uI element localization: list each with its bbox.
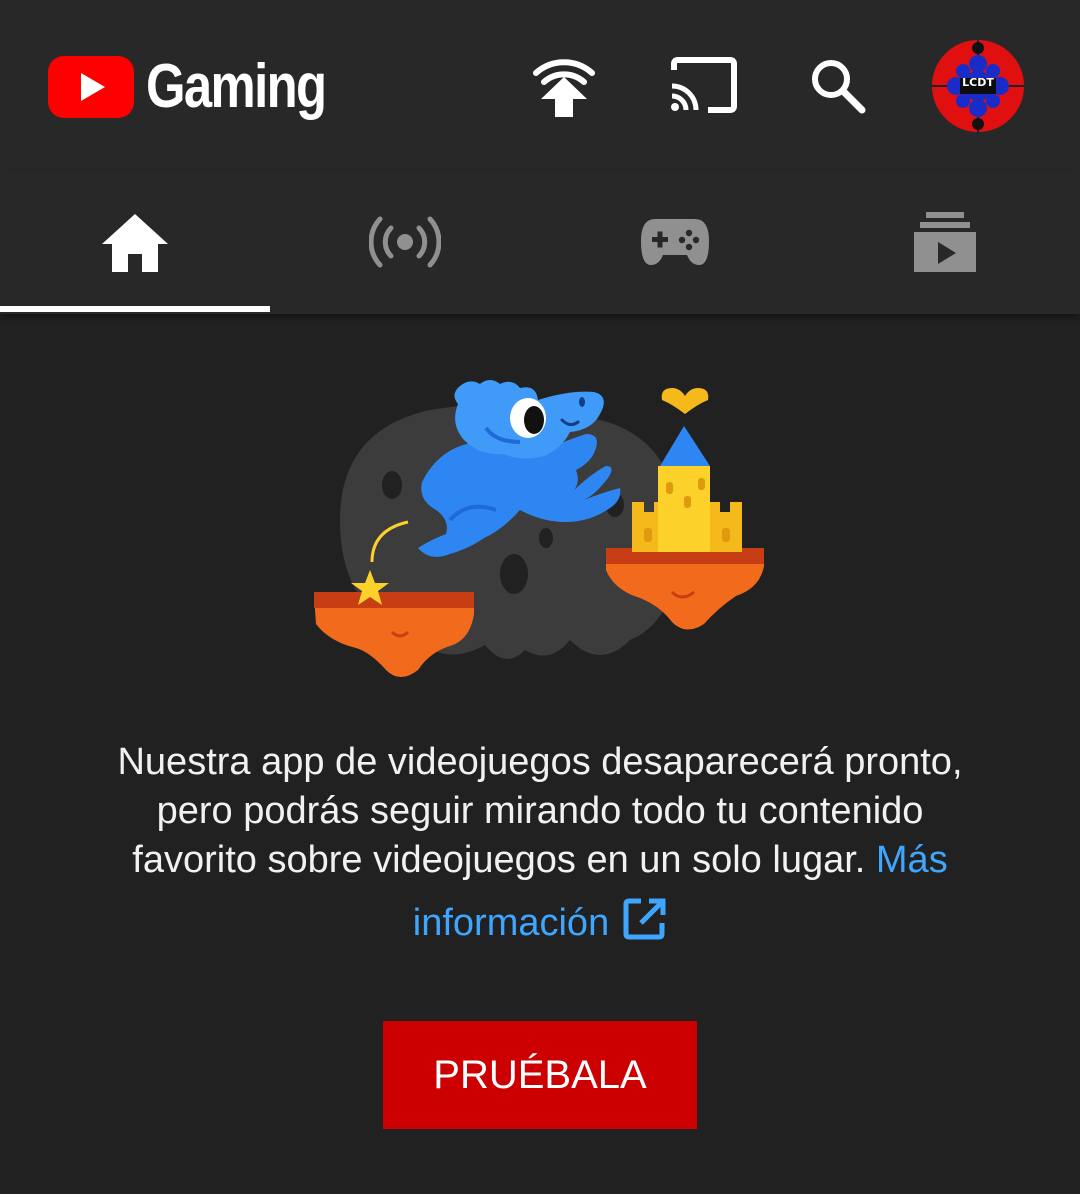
upload-signal-button[interactable] [526, 48, 602, 124]
account-avatar[interactable]: LCDT [932, 40, 1024, 132]
more-info-link-part-1: Más [875, 839, 948, 881]
library-icon [914, 212, 976, 272]
live-icon [369, 216, 441, 268]
upload-signal-icon [533, 59, 595, 117]
message-line-1: Nuestra app de videojuegos desaparecerá … [117, 741, 963, 783]
cast-button[interactable] [664, 48, 740, 124]
tab-home[interactable] [0, 170, 270, 314]
youtube-gaming-logo[interactable]: Gaming [48, 52, 365, 122]
search-button[interactable] [800, 48, 876, 124]
gamepad-icon [641, 219, 709, 265]
message-line-2: pero podrás seguir mirando todo tu conte… [156, 790, 924, 832]
home-icon [102, 214, 168, 272]
app-header: Gaming LCDT [0, 0, 1080, 170]
more-info-link-part-2: información [412, 902, 610, 944]
youtube-gaming-page: Gaming LCDT Nuestra app de videojuegos d… [0, 0, 1080, 1194]
tab-library[interactable] [810, 170, 1080, 314]
tab-live[interactable] [270, 170, 540, 314]
message-line-3: favorito sobre videojuegos en un solo lu… [132, 839, 866, 881]
search-icon [812, 60, 866, 114]
external-link-icon [623, 898, 666, 940]
tab-games[interactable] [540, 170, 810, 314]
avatar-label: LCDT [962, 76, 994, 89]
app-name: Gaming [146, 52, 327, 121]
deprecation-message: Nuestra app de videojuegos desaparecerá … [40, 738, 1040, 948]
youtube-play-logo-icon [48, 56, 134, 118]
gaming-mascot-illustration [314, 380, 764, 677]
try-it-button[interactable]: PRUÉBALA [383, 1021, 697, 1129]
selected-tab-indicator [0, 306, 270, 312]
tab-bar [0, 170, 1080, 314]
cast-icon [671, 57, 737, 113]
